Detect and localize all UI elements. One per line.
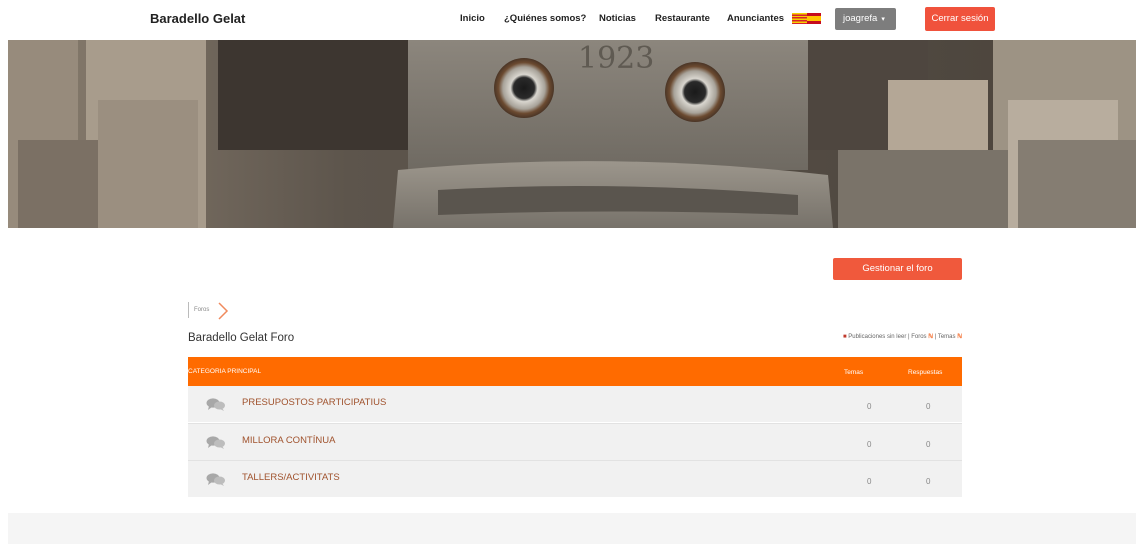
links-separator: | <box>934 334 937 340</box>
topic-count: 0 <box>867 402 872 411</box>
nav-anunciantes[interactable]: Anunciantes <box>727 13 784 24</box>
table-row[interactable]: TALLERS/ACTIVITATS 0 0 <box>188 461 962 497</box>
svg-text:1923: 1923 <box>578 41 654 76</box>
site-brand[interactable]: Baradello Gelat <box>150 11 245 26</box>
reply-count: 0 <box>926 440 931 449</box>
logout-button[interactable]: Cerrar sesión <box>925 7 995 31</box>
column-respuestas: Respuestas <box>908 369 943 376</box>
breadcrumb-item-foros[interactable]: Foros <box>194 307 209 313</box>
forum-link[interactable]: TALLERS/ACTIVITATS <box>242 472 340 483</box>
topic-count: 0 <box>867 477 872 486</box>
chat-bubbles-icon <box>206 473 225 486</box>
rss-icon[interactable]: ℕ <box>928 334 933 340</box>
footer <box>8 513 1136 544</box>
user-name: joagrefa <box>843 13 878 24</box>
nav-restaurante[interactable]: Restaurante <box>655 13 710 24</box>
topic-count: 0 <box>867 440 872 449</box>
forum-links: ■ Publicaciones sin leer | Foros ℕ | Tem… <box>812 333 962 340</box>
chevron-right-icon <box>218 302 229 320</box>
breadcrumb-divider <box>188 302 189 318</box>
column-temas: Temas <box>844 369 864 376</box>
hero-banner-image: 1923 <box>8 40 1136 228</box>
unread-posts-link[interactable]: Publicaciones sin leer <box>848 334 906 340</box>
chat-bubbles-icon <box>206 436 225 449</box>
chevron-down-icon: ▾ <box>881 16 885 23</box>
reply-count: 0 <box>926 477 931 486</box>
book-icon: ■ <box>842 334 847 340</box>
forum-link[interactable]: MILLORA CONTÍNUA <box>242 435 335 446</box>
rss-icon[interactable]: ℕ <box>957 334 962 340</box>
chat-bubbles-icon <box>206 398 225 411</box>
fountain-photo: 1923 <box>8 40 1136 228</box>
category-title: CATEGORIA PRINCIPAL <box>188 368 262 375</box>
forum-link[interactable]: PRESUPOSTOS PARTICIPATIUS <box>242 397 386 408</box>
temas-rss-link[interactable]: Temas <box>938 334 956 340</box>
table-row[interactable]: PRESUPOSTOS PARTICIPATIUS 0 0 <box>188 386 962 422</box>
reply-count: 0 <box>926 402 931 411</box>
flag-icon[interactable] <box>792 13 821 24</box>
nav-inicio[interactable]: Inicio <box>460 13 485 24</box>
links-separator: | <box>907 334 910 340</box>
nav-quienes-somos[interactable]: ¿Quiénes somos? <box>504 13 586 24</box>
user-menu-button[interactable]: joagrefa ▾ <box>835 8 896 30</box>
forum-category-header: CATEGORIA PRINCIPAL Temas Respuestas <box>188 357 962 386</box>
manage-forum-button[interactable]: Gestionar el foro <box>833 258 962 280</box>
forum-title: Baradello Gelat Foro <box>188 332 295 344</box>
top-navbar: Baradello Gelat Inicio ¿Quiénes somos? N… <box>0 0 1136 40</box>
foros-rss-link[interactable]: Foros <box>911 334 926 340</box>
nav-noticias[interactable]: Noticias <box>599 13 636 24</box>
table-row[interactable]: MILLORA CONTÍNUA 0 0 <box>188 424 962 460</box>
